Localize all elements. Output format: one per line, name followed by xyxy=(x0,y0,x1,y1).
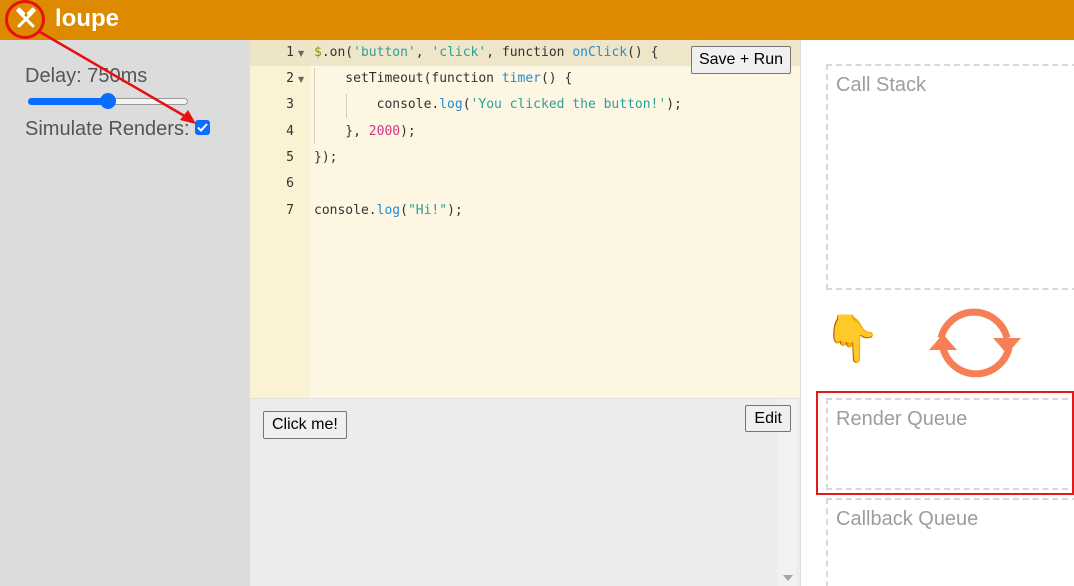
checkmark-icon xyxy=(197,123,208,132)
code-line: setTimeout(function timer() { xyxy=(314,71,573,86)
line-number: 2 xyxy=(286,71,294,86)
logo-annotation-circle xyxy=(5,0,45,39)
line-number: 6 xyxy=(286,176,294,191)
callback-queue-box: Callback Queue xyxy=(826,498,1074,586)
delay-label: Delay: 750ms xyxy=(25,65,148,87)
preview-pane: Click me! Edit xyxy=(250,398,800,586)
call-stack-title: Call Stack xyxy=(836,74,927,96)
simulate-renders-label: Simulate Renders: xyxy=(25,118,190,140)
line-number: 4 xyxy=(286,124,294,139)
callback-queue-title: Callback Queue xyxy=(836,508,979,530)
call-stack-box: Call Stack xyxy=(826,64,1074,290)
event-loop-icon xyxy=(927,304,1023,384)
fold-arrow-icon[interactable]: ▼ xyxy=(298,75,304,84)
fold-arrow-icon[interactable]: ▼ xyxy=(298,49,304,58)
click-me-button[interactable]: Click me! xyxy=(263,411,347,439)
app-root: loupe Delay: 750ms Simulate Renders: 1 2… xyxy=(0,0,1074,586)
render-queue-highlight xyxy=(816,391,1074,495)
code-line: $.on('button', 'click', function onClick… xyxy=(314,45,659,60)
line-number: 3 xyxy=(286,97,294,112)
simulate-renders-checkbox[interactable] xyxy=(195,120,210,135)
pointing-down-hand-icon: 👇 xyxy=(823,311,881,365)
line-number: 5 xyxy=(286,150,294,165)
editor-gutter xyxy=(250,40,310,398)
line-number: 1 xyxy=(286,45,294,60)
slider-thumb[interactable] xyxy=(100,93,116,109)
app-title: loupe xyxy=(55,5,119,32)
scroll-down-arrow-icon[interactable] xyxy=(783,575,793,581)
code-editor[interactable]: 1 2 3 4 5 6 7 ▼ ▼ $.on('button', 'click'… xyxy=(250,40,800,398)
settings-sidebar: Delay: 750ms Simulate Renders: xyxy=(0,40,250,586)
code-line: console.log("Hi!"); xyxy=(314,203,463,218)
runtime-panel: Call Stack 👇 Render Queue Callback Queue xyxy=(800,40,1074,586)
save-run-button[interactable]: Save + Run xyxy=(690,46,791,74)
delay-slider[interactable] xyxy=(28,93,188,109)
header-bar: loupe xyxy=(0,0,1074,40)
line-number: 7 xyxy=(286,203,294,218)
code-line: console.log('You clicked the button!'); xyxy=(314,97,682,112)
edit-button[interactable]: Edit xyxy=(745,405,791,432)
code-line: }, 2000); xyxy=(314,124,416,139)
slider-fill xyxy=(28,98,108,105)
code-line: }); xyxy=(314,150,338,165)
